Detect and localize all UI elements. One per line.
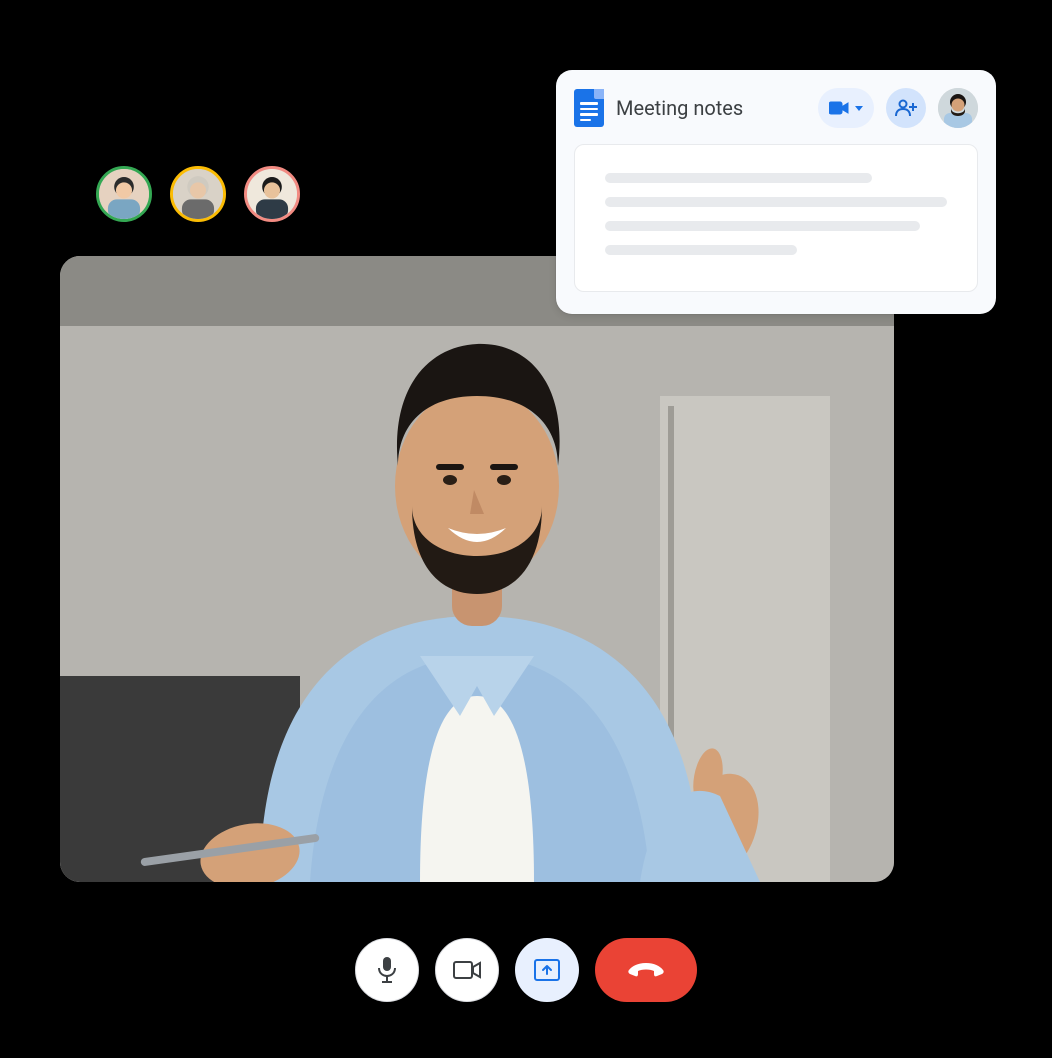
add-person-button[interactable]	[886, 88, 926, 128]
text-placeholder-line	[605, 197, 947, 207]
present-screen-icon	[534, 959, 560, 981]
hang-up-icon	[628, 961, 664, 979]
meeting-notes-panel: Meeting notes	[556, 70, 996, 314]
notes-document-area[interactable]	[574, 144, 978, 292]
camera-button[interactable]	[435, 938, 499, 1002]
call-controls	[355, 938, 697, 1002]
docs-icon	[574, 89, 604, 127]
participant-avatar-1[interactable]	[96, 166, 152, 222]
text-placeholder-line	[605, 173, 872, 183]
camera-icon	[453, 960, 481, 980]
text-placeholder-line	[605, 221, 920, 231]
participant-avatar-3[interactable]	[244, 166, 300, 222]
microphone-icon	[376, 956, 398, 984]
present-screen-button[interactable]	[515, 938, 579, 1002]
main-video-tile[interactable]	[60, 256, 894, 882]
notes-header: Meeting notes	[574, 88, 978, 128]
microphone-button[interactable]	[355, 938, 419, 1002]
text-placeholder-line	[605, 245, 797, 255]
participant-avatars	[96, 166, 300, 222]
notes-title: Meeting notes	[616, 96, 806, 120]
notes-user-avatar[interactable]	[938, 88, 978, 128]
participant-avatar-2[interactable]	[170, 166, 226, 222]
camera-dropdown-button[interactable]	[818, 88, 874, 128]
chevron-down-icon	[855, 106, 863, 111]
hang-up-button[interactable]	[595, 938, 697, 1002]
